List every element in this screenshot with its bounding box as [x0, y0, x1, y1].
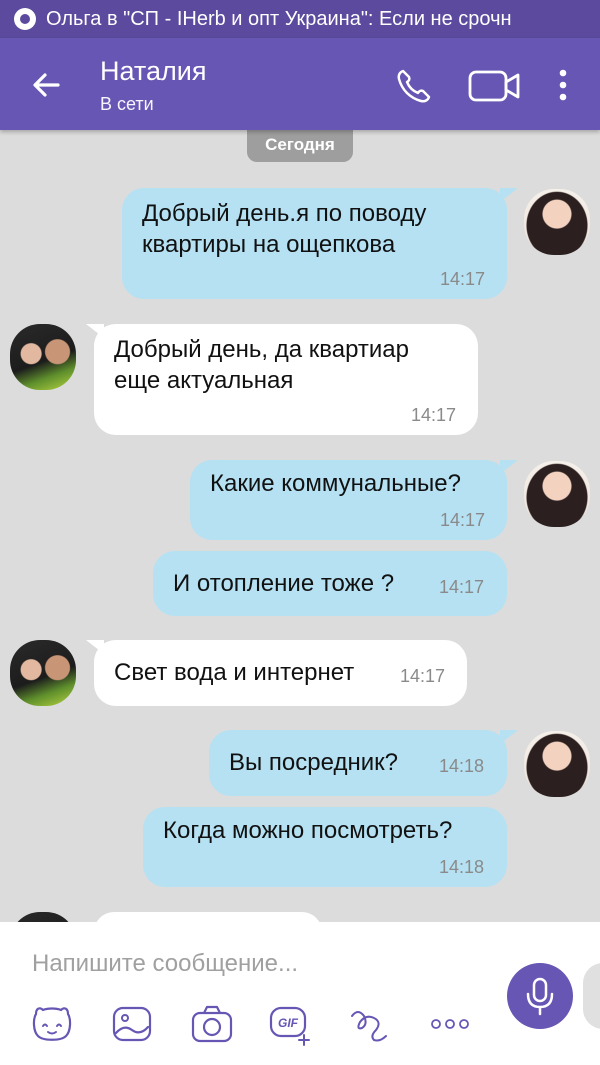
message-composer: GIF — [0, 922, 600, 1065]
outgoing-message[interactable]: Когда можно посмотреть? 14:18 — [143, 807, 507, 887]
outgoing-message[interactable]: Добрый день.я по поводу квартиры на ощеп… — [122, 188, 507, 299]
notification-text: Ольга в "СП - IHerb и опт Украина": Если… — [46, 7, 512, 30]
more-options-button[interactable] — [548, 62, 578, 110]
gallery-icon — [112, 1006, 152, 1042]
message-text: Какие коммунальные? — [210, 470, 461, 497]
message-time: 14:17 — [411, 405, 457, 425]
gif-button[interactable]: GIF — [268, 1002, 312, 1046]
message-time: 14:17 — [440, 269, 486, 289]
camera-icon — [191, 1005, 233, 1043]
gif-icon: GIF — [269, 1006, 310, 1046]
microphone-icon — [526, 977, 554, 1016]
message-text: Когда можно посмотреть? — [163, 817, 453, 844]
svg-text:GIF: GIF — [278, 1016, 299, 1030]
more-horiz-icon — [431, 1019, 469, 1029]
doodle-button[interactable] — [348, 1002, 392, 1046]
my-avatar[interactable] — [524, 461, 590, 527]
incoming-message[interactable]: Добрый день, да квартиар еще актуальная … — [94, 324, 478, 435]
date-separator: Сегодня — [247, 128, 353, 162]
message-time: 14:17 — [439, 577, 485, 597]
contact-avatar[interactable] — [10, 640, 76, 706]
back-arrow-icon — [33, 73, 60, 97]
message-time: 14:17 — [400, 666, 446, 686]
expand-button[interactable] — [583, 963, 600, 1029]
call-button[interactable] — [390, 62, 438, 110]
phone-icon — [397, 69, 431, 103]
doodle-icon — [351, 1011, 387, 1042]
contact-avatar[interactable] — [10, 324, 76, 390]
back-button[interactable] — [22, 62, 70, 110]
message-text: И отопление тоже ? — [173, 570, 395, 597]
message-time: 14:18 — [439, 756, 485, 776]
message-text: Свет вода и интернет — [114, 659, 355, 686]
incoming-message[interactable]: Свет вода и интернет 14:17 — [94, 640, 467, 706]
sticker-icon — [32, 1007, 72, 1041]
my-avatar[interactable] — [524, 189, 590, 255]
video-call-button[interactable] — [466, 62, 524, 110]
status-bar: Ольга в "СП - IHerb и опт Украина": Если… — [0, 0, 600, 38]
outgoing-message[interactable]: Вы посредник? 14:18 — [209, 730, 507, 796]
contact-name[interactable]: Наталия — [100, 56, 206, 87]
message-time: 14:17 — [440, 510, 486, 530]
sticker-button[interactable] — [30, 1002, 74, 1046]
my-avatar[interactable] — [524, 731, 590, 797]
message-time: 14:18 — [439, 857, 485, 877]
outgoing-message[interactable]: И отопление тоже ? 14:17 — [153, 551, 507, 616]
more-vert-icon — [559, 69, 567, 101]
video-camera-icon — [468, 70, 520, 102]
message-text: Вы посредник? — [229, 749, 398, 776]
more-tools-button[interactable] — [428, 1002, 472, 1046]
viber-notification-icon — [14, 8, 36, 30]
message-text: Добрый день, да квартиар еще актуальная — [114, 336, 409, 394]
voice-message-button[interactable] — [507, 963, 573, 1029]
outgoing-message[interactable]: Какие коммунальные? 14:17 — [190, 460, 507, 540]
message-input[interactable] — [32, 944, 472, 984]
message-text: Добрый день.я по поводу квартиры на ощеп… — [142, 200, 427, 258]
camera-button[interactable] — [190, 1002, 234, 1046]
gallery-button[interactable] — [110, 1002, 154, 1046]
contact-status: В сети — [100, 94, 154, 114]
chat-header: Наталия В сети — [0, 38, 600, 130]
